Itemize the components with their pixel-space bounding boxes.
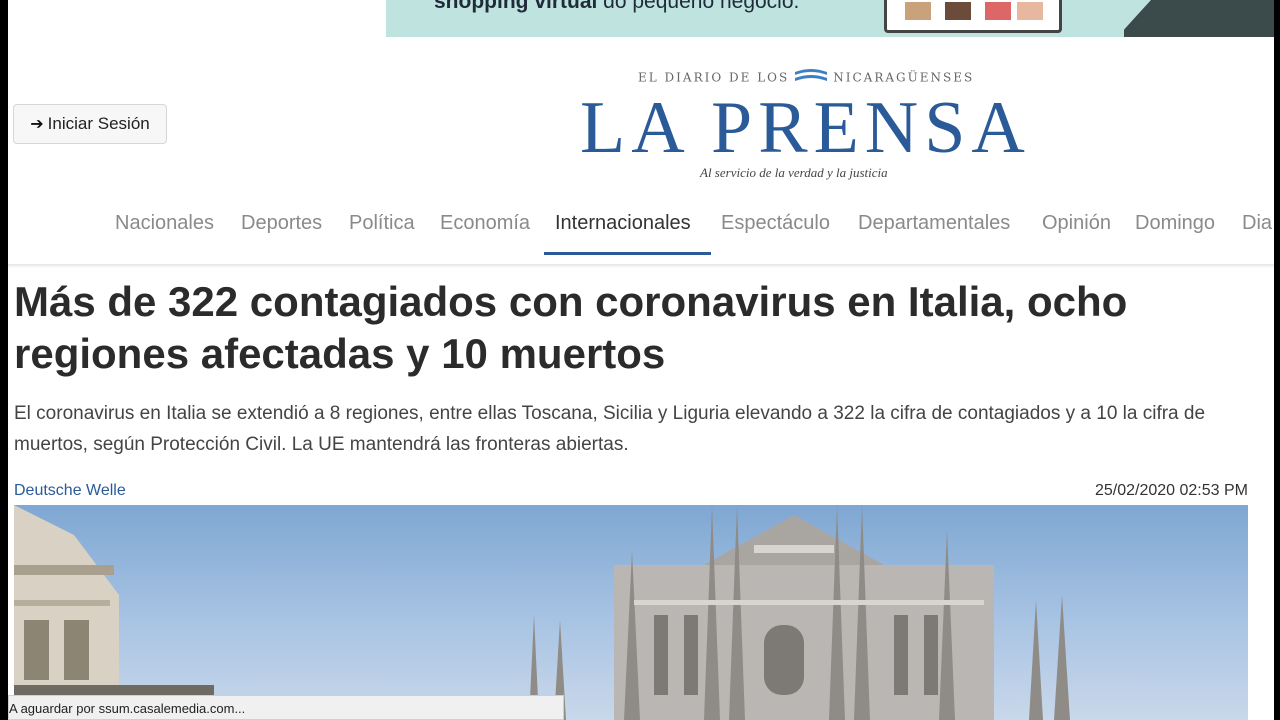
nav-active-indicator — [544, 252, 711, 255]
nav-item-economia[interactable]: Economía — [440, 212, 530, 235]
nav-item-espectaculo[interactable]: Espectáculo — [721, 212, 830, 235]
main-nav: Nacionales Deportes Política Economía In… — [8, 204, 1274, 264]
article-date: 25/02/2020 02:53 PM — [1094, 482, 1248, 499]
nav-item-politica[interactable]: Política — [349, 212, 415, 235]
nav-item-internacionales[interactable]: Internacionales — [555, 212, 691, 235]
page: shopping virtual do pequeno negócio. ➔ I… — [8, 0, 1274, 720]
nav-item-dia[interactable]: Dia — [1242, 212, 1272, 235]
article-photo — [14, 505, 1248, 720]
ad-text-bold: shopping virtual — [434, 0, 598, 13]
nav-item-deportes[interactable]: Deportes — [241, 212, 322, 235]
nicaragua-flag-icon — [795, 69, 828, 81]
ad-text-rest: do pequeno negócio. — [597, 0, 800, 13]
sign-in-icon: ➔ — [30, 116, 44, 133]
article-source[interactable]: Deutsche Welle — [14, 482, 126, 500]
login-button[interactable]: ➔ Iniciar Sesión — [13, 104, 167, 144]
nav-item-nacionales[interactable]: Nacionales — [115, 212, 214, 235]
cathedral-illustration — [14, 505, 1070, 720]
nav-divider — [8, 264, 1274, 268]
article-headline: Más de 322 contagiados con coronavirus e… — [14, 278, 1128, 377]
login-label: Iniciar Sesión — [47, 114, 150, 133]
article-lead: El coronavirus en Italia se extendió a 8… — [14, 403, 1206, 455]
ad-graphic — [1124, 0, 1274, 37]
tagline-right: NICARAGÜENSES — [833, 70, 975, 85]
site-slogan: Al servicio de la verdad y la justicia — [700, 165, 888, 180]
ad-text: shopping virtual do pequeno negócio. — [434, 0, 799, 14]
nav-item-departamentales[interactable]: Departamentales — [858, 212, 1010, 235]
ad-banner[interactable]: shopping virtual do pequeno negócio. — [386, 0, 1274, 37]
tagline-left: EL DIARIO DE LOS — [638, 70, 790, 85]
ad-laptop-image — [884, 0, 1062, 33]
masthead-tagline: EL DIARIO DE LOS NICARAGÜENSES — [638, 69, 975, 86]
nav-item-opinion[interactable]: Opinión — [1042, 212, 1111, 235]
nav-item-domingo[interactable]: Domingo — [1135, 212, 1215, 235]
browser-status-bar: A aguardar por ssum.casalemedia.com... — [8, 695, 564, 720]
site-logo[interactable]: LA PRENSA — [580, 86, 1031, 170]
